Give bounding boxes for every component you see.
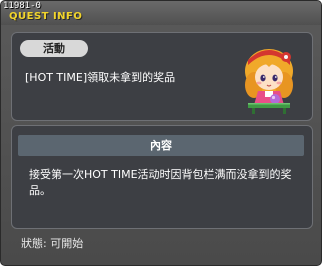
content-description: 接受第一次HOT TIME活动时因背包栏满而没拿到的奖品。 (29, 168, 292, 197)
npc-girl-portrait-icon (245, 49, 293, 114)
quest-id-label: 11981-0 (3, 1, 41, 11)
window-title: QUEST INFO (9, 11, 83, 22)
quest-category-badge: 活動 (20, 40, 88, 57)
quest-content-panel: 內容 接受第一次HOT TIME活动时因背包栏满而没拿到的奖品。 (11, 125, 313, 229)
content-header: 內容 (18, 135, 304, 156)
quest-status: 狀態: 可開始 (21, 237, 84, 250)
quest-info-window: 11981-0 QUEST INFO 活動 [HOT TIME]領取未拿到的奖品 (0, 0, 322, 266)
title-bar[interactable]: 11981-0 QUEST INFO (1, 1, 321, 25)
quest-summary-panel: 活動 [HOT TIME]領取未拿到的奖品 (11, 32, 313, 121)
quest-name: [HOT TIME]領取未拿到的奖品 (25, 71, 176, 84)
